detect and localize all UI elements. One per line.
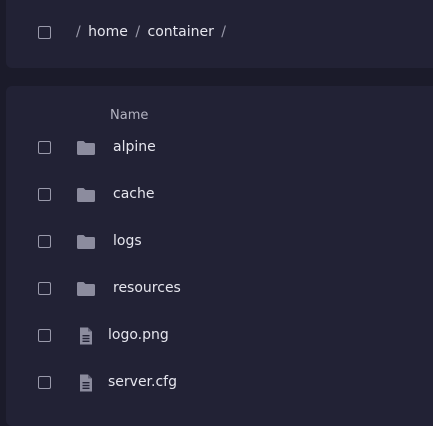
breadcrumb-separator: / [221, 24, 227, 40]
file-icon [76, 374, 96, 392]
row-name[interactable]: logo.png [108, 327, 169, 343]
row-checkbox[interactable] [38, 235, 51, 248]
table-row[interactable]: alpine [6, 132, 433, 164]
breadcrumb-separator: / [76, 24, 81, 40]
row-name[interactable]: server.cfg [108, 374, 177, 390]
table-row[interactable]: logo.png [6, 320, 433, 352]
row-name[interactable]: cache [113, 186, 154, 202]
row-name[interactable]: alpine [113, 139, 156, 155]
breadcrumb-separator: / [135, 24, 141, 40]
row-name[interactable]: resources [113, 280, 181, 296]
row-checkbox[interactable] [38, 329, 51, 342]
table-row[interactable]: server.cfg [6, 367, 433, 399]
breadcrumb-item-container[interactable]: container [148, 24, 214, 40]
folder-icon [76, 280, 96, 298]
row-checkbox[interactable] [38, 282, 51, 295]
breadcrumb-bar: / home / container / [6, 0, 433, 68]
select-all-checkbox[interactable] [38, 26, 51, 39]
folder-icon [76, 233, 96, 251]
folder-icon [76, 186, 96, 204]
row-checkbox[interactable] [38, 141, 51, 154]
column-header-name[interactable]: Name [110, 108, 148, 123]
table-row[interactable]: cache [6, 179, 433, 211]
folder-icon [76, 139, 96, 157]
row-checkbox[interactable] [38, 376, 51, 389]
breadcrumb: / home / container / [76, 24, 229, 40]
table-row[interactable]: logs [6, 226, 433, 258]
breadcrumb-item-home[interactable]: home [88, 24, 128, 40]
row-checkbox[interactable] [38, 188, 51, 201]
row-name[interactable]: logs [113, 233, 142, 249]
table-row[interactable]: resources [6, 273, 433, 305]
file-icon [76, 327, 96, 345]
